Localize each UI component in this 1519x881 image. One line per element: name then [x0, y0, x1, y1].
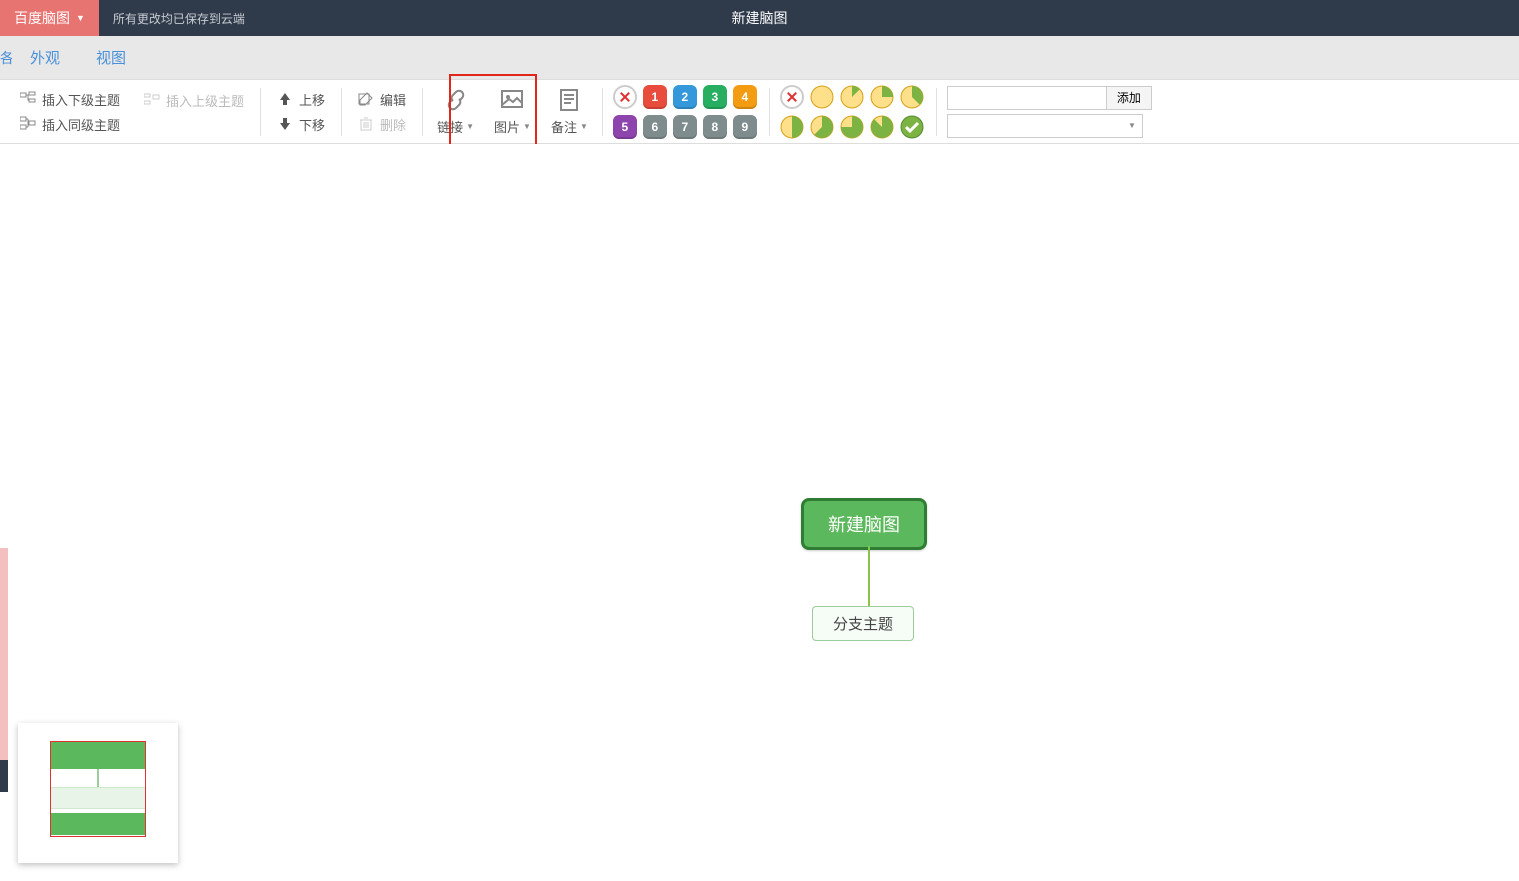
priority-clear[interactable]	[613, 85, 637, 109]
toolbar-group-edit: 编辑 删除	[346, 80, 418, 143]
note-label: 备注	[551, 117, 577, 136]
minimap-root2	[50, 813, 146, 835]
trash-icon	[358, 116, 374, 132]
priority-7[interactable]: 7	[673, 115, 697, 139]
link-button[interactable]: 链接▼	[427, 83, 484, 140]
progress-4[interactable]	[780, 115, 804, 139]
priority-8[interactable]: 8	[703, 115, 727, 139]
edit-button[interactable]: 编辑	[352, 87, 412, 112]
progress-0[interactable]	[810, 85, 834, 109]
minimap-child	[50, 787, 146, 809]
left-edge-panel-dark[interactable]	[0, 760, 8, 792]
move-up-label: 上移	[299, 90, 325, 109]
insert-parent-icon	[144, 93, 160, 109]
edit-label: 编辑	[380, 90, 406, 109]
priority-6[interactable]: 6	[643, 115, 667, 139]
caret-down-icon: ▼	[580, 122, 588, 131]
tab-cutoff[interactable]: 各	[0, 48, 12, 68]
brand-label: 百度脑图	[14, 8, 70, 28]
tag-add-button[interactable]: 添加	[1107, 86, 1152, 110]
brand-menu[interactable]: 百度脑图 ▼	[0, 0, 99, 36]
move-down-label: 下移	[299, 115, 325, 134]
toolbar-separator	[260, 88, 261, 136]
priority-2[interactable]: 2	[673, 85, 697, 109]
document-title[interactable]: 新建脑图	[732, 8, 788, 28]
progress-5[interactable]	[810, 115, 834, 139]
mindmap-connector	[868, 546, 870, 606]
left-edge-panel[interactable]	[0, 548, 8, 788]
caret-down-icon: ▼	[523, 122, 531, 131]
mindmap-child-node[interactable]: 分支主题	[812, 606, 914, 641]
insert-parent-button: 插入上级主题	[138, 88, 250, 113]
insert-child-button[interactable]: 插入下级主题	[14, 87, 126, 112]
toolbar-group-insert-parent: 插入上级主题	[132, 80, 256, 143]
minimap-connector	[97, 769, 99, 787]
insert-child-label: 插入下级主题	[42, 90, 120, 109]
note-button[interactable]: 备注▼	[541, 83, 598, 140]
priority-4[interactable]: 4	[733, 85, 757, 109]
priority-grid: 1 2 3 4 5 6 7 8 9	[607, 84, 765, 140]
tab-appearance[interactable]: 外观	[12, 47, 78, 68]
image-button[interactable]: 图片▼	[484, 83, 541, 140]
priority-3[interactable]: 3	[703, 85, 727, 109]
progress-6[interactable]	[840, 115, 864, 139]
insert-parent-label: 插入上级主题	[166, 91, 244, 110]
progress-clear[interactable]	[780, 85, 804, 109]
caret-down-icon: ▼	[1128, 121, 1136, 130]
progress-done[interactable]	[900, 115, 924, 139]
insert-sibling-icon	[20, 116, 36, 132]
caret-down-icon: ▼	[466, 122, 474, 131]
pencil-icon	[358, 91, 374, 107]
progress-grid	[774, 84, 932, 140]
minimap-root	[50, 741, 146, 769]
progress-1[interactable]	[840, 85, 864, 109]
insert-child-icon	[20, 91, 36, 107]
toolbar-group-move: 上移 下移	[265, 80, 337, 143]
toolbar-separator	[936, 88, 937, 136]
toolbar-separator	[769, 88, 770, 136]
toolbar-separator	[422, 88, 423, 136]
priority-5[interactable]: 5	[613, 115, 637, 139]
priority-1[interactable]: 1	[643, 85, 667, 109]
toolbar-separator	[341, 88, 342, 136]
top-bar: 百度脑图 ▼ 所有更改均已保存到云端 新建脑图	[0, 0, 1519, 36]
progress-7[interactable]	[870, 115, 894, 139]
insert-sibling-button[interactable]: 插入同级主题	[14, 112, 126, 137]
minimap[interactable]	[18, 723, 178, 863]
move-up-button[interactable]: 上移	[271, 87, 331, 112]
toolbar: 插入下级主题 插入同级主题 插入上级主题 上移	[0, 80, 1519, 144]
link-icon	[443, 87, 469, 113]
tab-strip: 各 外观 视图	[0, 36, 1519, 80]
tag-input[interactable]	[947, 86, 1107, 110]
tab-view[interactable]: 视图	[78, 47, 144, 68]
link-label: 链接	[437, 117, 463, 136]
delete-button: 删除	[352, 112, 412, 137]
insert-sibling-label: 插入同级主题	[42, 115, 120, 134]
arrow-up-icon	[277, 91, 293, 107]
mindmap-root-node[interactable]: 新建脑图	[801, 498, 927, 550]
save-status: 所有更改均已保存到云端	[113, 10, 245, 27]
note-icon	[556, 87, 582, 113]
tag-group: 添加 ▼	[941, 86, 1158, 138]
tag-dropdown[interactable]: ▼	[947, 114, 1143, 138]
arrow-down-icon	[277, 116, 293, 132]
progress-3[interactable]	[900, 85, 924, 109]
progress-2[interactable]	[870, 85, 894, 109]
priority-9[interactable]: 9	[733, 115, 757, 139]
toolbar-separator	[602, 88, 603, 136]
image-icon	[499, 87, 525, 113]
move-down-button[interactable]: 下移	[271, 112, 331, 137]
image-label: 图片	[494, 117, 520, 136]
mindmap-canvas[interactable]: 新建脑图 分支主题	[0, 144, 1519, 881]
delete-label: 删除	[380, 115, 406, 134]
toolbar-group-insert: 插入下级主题 插入同级主题	[8, 80, 132, 143]
caret-down-icon: ▼	[76, 13, 85, 23]
